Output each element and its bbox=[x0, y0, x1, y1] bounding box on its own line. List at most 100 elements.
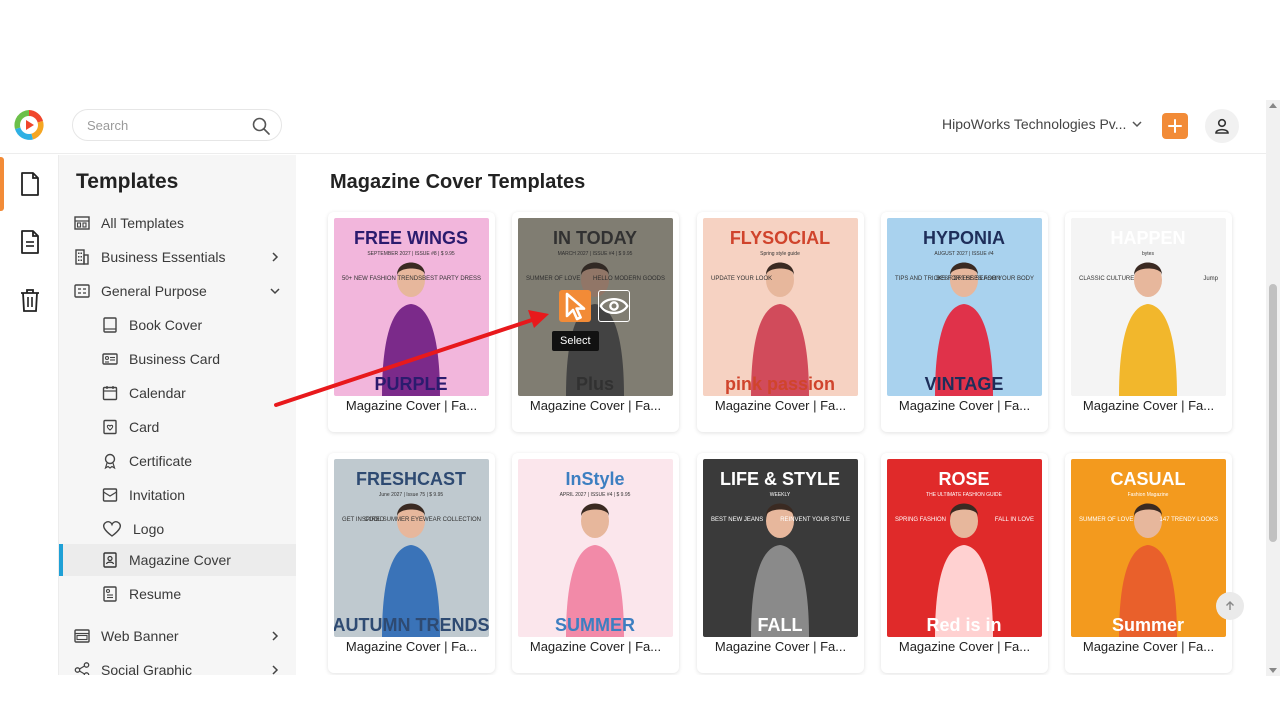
cover-footer-text: SUMMER bbox=[555, 615, 635, 635]
scroll-down-icon[interactable] bbox=[1269, 668, 1277, 673]
search-box bbox=[72, 109, 282, 141]
eye-icon bbox=[599, 297, 629, 315]
sidebar-item-label: Resume bbox=[129, 586, 182, 602]
sidebar-item-magazine-cover[interactable]: Magazine Cover bbox=[59, 544, 296, 576]
chevron-down-icon bbox=[1132, 121, 1142, 128]
template-thumbnail[interactable]: FRESHCAST June 2027 | Issue 75 | $ 9.95 GE… bbox=[334, 459, 489, 637]
rail-templates-button[interactable] bbox=[0, 155, 59, 213]
rail-trash-button[interactable] bbox=[0, 271, 59, 329]
template-card-label: Magazine Cover | Fa... bbox=[345, 398, 478, 413]
cover-subtitle: June 2027 | Issue 75 | $ 9.95 bbox=[379, 492, 444, 498]
template-thumbnail[interactable]: FREE WINGS SEPTEMBER 2027 | ISSUE #8 | $ … bbox=[334, 218, 489, 396]
all-templates-icon bbox=[73, 214, 91, 232]
sidebar-item-label: Social Graphic bbox=[101, 662, 193, 675]
template-card[interactable]: HAPPEN bytes CLASSIC CULTURE Jump Magazine C… bbox=[1065, 212, 1232, 432]
template-card-label: Magazine Cover | Fa... bbox=[529, 639, 662, 654]
select-tooltip: Select bbox=[552, 331, 599, 351]
cover-headline-secondary: COOL SUMMER EYEWEAR COLLECTION bbox=[364, 517, 481, 523]
rail-designs-button[interactable] bbox=[0, 213, 59, 271]
cover-footer-text: FALL bbox=[758, 615, 803, 635]
sidebar-item-calendar[interactable]: Calendar bbox=[59, 377, 296, 409]
cover-headline-secondary: FALL IN LOVE bbox=[995, 517, 1034, 523]
sidebar-item-business-card[interactable]: Business Card bbox=[59, 343, 296, 375]
cover-subtitle: APRIL 2027 | ISSUE #4 | $ 9.95 bbox=[560, 492, 631, 498]
social-graphic-icon bbox=[73, 661, 91, 675]
template-card[interactable]: FRESHCAST June 2027 | Issue 75 | $ 9.95 GE… bbox=[328, 453, 495, 673]
template-thumbnail[interactable]: HYPONIA AUGUST 2027 | ISSUE #4 TIPS AND TR… bbox=[887, 218, 1042, 396]
cover-headline-secondary: REINVENT YOUR STYLE bbox=[780, 517, 850, 523]
template-card-label: Magazine Cover | Fa... bbox=[714, 398, 847, 413]
document-icon bbox=[20, 172, 39, 196]
chevron-right-icon bbox=[272, 665, 279, 675]
cover-title: ROSE bbox=[938, 469, 989, 489]
sidebar-title: Templates bbox=[76, 170, 179, 193]
sidebar-item-all-templates[interactable]: All Templates bbox=[59, 207, 296, 239]
template-thumbnail[interactable]: CASUAL Fashion Magazine SUMMER OF LOVE 147 … bbox=[1071, 459, 1226, 637]
cover-footer-text: Red is in bbox=[926, 615, 1001, 635]
cover-subtitle: WEEKLY bbox=[770, 492, 791, 498]
hover-overlay: Select bbox=[518, 218, 673, 396]
scroll-up-icon[interactable] bbox=[1269, 103, 1277, 108]
sidebar-item-social-graphic[interactable]: Social Graphic bbox=[59, 654, 296, 675]
main-content: Magazine Cover Templates FREE WINGS SEPTE… bbox=[296, 155, 1266, 675]
cover-footer-text: PURPLE bbox=[374, 374, 447, 394]
template-thumbnail[interactable]: LIFE & STYLE WEEKLY BEST NEW JEANS REINVENT… bbox=[703, 459, 858, 637]
cover-subtitle: AUGUST 2027 | ISSUE #4 bbox=[934, 251, 994, 257]
cover-title: InStyle bbox=[565, 469, 624, 489]
cover-footer-text: AUTUMN TRENDS bbox=[334, 615, 489, 635]
trash-icon bbox=[20, 289, 39, 312]
sidebar-item-business-essentials[interactable]: Business Essentials bbox=[59, 241, 296, 273]
sidebar-item-book-cover[interactable]: Book Cover bbox=[59, 309, 296, 341]
app-logo-icon[interactable] bbox=[13, 109, 45, 141]
template-thumbnail[interactable]: InStyle APRIL 2027 | ISSUE #4 | $ 9.95 SUM… bbox=[518, 459, 673, 637]
sidebar-item-label: Magazine Cover bbox=[129, 552, 231, 568]
template-card[interactable]: FREE WINGS SEPTEMBER 2027 | ISSUE #8 | $ … bbox=[328, 212, 495, 432]
back-to-top-button[interactable] bbox=[1216, 592, 1244, 620]
cover-headline: SPRING FASHION bbox=[895, 517, 946, 523]
template-card[interactable]: InStyle APRIL 2027 | ISSUE #4 | $ 9.95 SUM… bbox=[512, 453, 679, 673]
calendar-icon bbox=[101, 384, 119, 402]
template-card[interactable]: CASUAL Fashion Magazine SUMMER OF LOVE 147 … bbox=[1065, 453, 1232, 673]
template-card[interactable]: LIFE & STYLE WEEKLY BEST NEW JEANS REINVENT… bbox=[697, 453, 864, 673]
template-thumbnail[interactable]: ROSE THE ULTIMATE FASHION GUIDE SPRING FAS… bbox=[887, 459, 1042, 637]
template-card[interactable]: FLYSOCIAL Spring style guide UPDATE YOUR L… bbox=[697, 212, 864, 432]
magazine-cover-art: FLYSOCIAL Spring style guide UPDATE YOUR L… bbox=[703, 218, 858, 396]
plus-icon bbox=[1168, 119, 1182, 133]
organization-selector[interactable]: HipoWorks Technologies Pv... bbox=[942, 116, 1142, 132]
sidebar-item-card[interactable]: Card bbox=[59, 411, 296, 443]
cover-headline: BEST NEW JEANS bbox=[711, 517, 763, 523]
template-thumbnail[interactable]: HAPPEN bytes CLASSIC CULTURE Jump bbox=[1071, 218, 1226, 396]
web-banner-icon bbox=[73, 627, 91, 645]
template-card[interactable]: ROSE THE ULTIMATE FASHION GUIDE SPRING FAS… bbox=[881, 453, 1048, 673]
scrollbar-thumb[interactable] bbox=[1269, 284, 1277, 542]
sidebar-item-invitation[interactable]: Invitation bbox=[59, 479, 296, 511]
sidebar-item-logo[interactable]: Logo bbox=[59, 513, 296, 545]
cover-headline-secondary: Jump bbox=[1203, 276, 1218, 282]
search-input[interactable] bbox=[87, 118, 247, 133]
sidebar-item-label: Logo bbox=[133, 521, 165, 537]
page-title: Magazine Cover Templates bbox=[330, 171, 586, 193]
template-card[interactable]: IN TODAY MARCH 2027 | ISSUE #4 | $ 9.95 SU… bbox=[512, 212, 679, 432]
search-icon[interactable] bbox=[251, 116, 271, 136]
template-thumbnail[interactable]: IN TODAY MARCH 2027 | ISSUE #4 | $ 9.95 SU… bbox=[518, 218, 673, 396]
cover-title: FREE WINGS bbox=[354, 228, 468, 248]
template-card[interactable]: HYPONIA AUGUST 2027 | ISSUE #4 TIPS AND TR… bbox=[881, 212, 1048, 432]
preview-template-button[interactable] bbox=[598, 290, 630, 322]
magazine-cover-art: CASUAL Fashion Magazine SUMMER OF LOVE 147 … bbox=[1071, 459, 1226, 637]
magazine-cover-art: FREE WINGS SEPTEMBER 2027 | ISSUE #8 | $ … bbox=[334, 218, 489, 396]
resume-icon bbox=[101, 585, 119, 603]
sidebar-item-resume[interactable]: Resume bbox=[59, 578, 296, 610]
user-profile-button[interactable] bbox=[1205, 109, 1239, 143]
select-template-button[interactable] bbox=[559, 290, 591, 322]
page-scrollbar[interactable] bbox=[1266, 100, 1280, 676]
sidebar-item-label: Invitation bbox=[129, 487, 186, 503]
magazine-icon bbox=[101, 551, 119, 569]
template-thumbnail[interactable]: FLYSOCIAL Spring style guide UPDATE YOUR L… bbox=[703, 218, 858, 396]
sidebar-item-general-purpose[interactable]: General Purpose bbox=[59, 275, 296, 307]
cover-footer-text: Summer bbox=[1112, 615, 1184, 635]
chevron-right-icon bbox=[272, 252, 279, 262]
sidebar-item-web-banner[interactable]: Web Banner bbox=[59, 620, 296, 652]
sidebar-item-certificate[interactable]: Certificate bbox=[59, 445, 296, 477]
add-button[interactable] bbox=[1162, 113, 1188, 139]
cover-headline: UPDATE YOUR LOOK bbox=[711, 276, 772, 282]
